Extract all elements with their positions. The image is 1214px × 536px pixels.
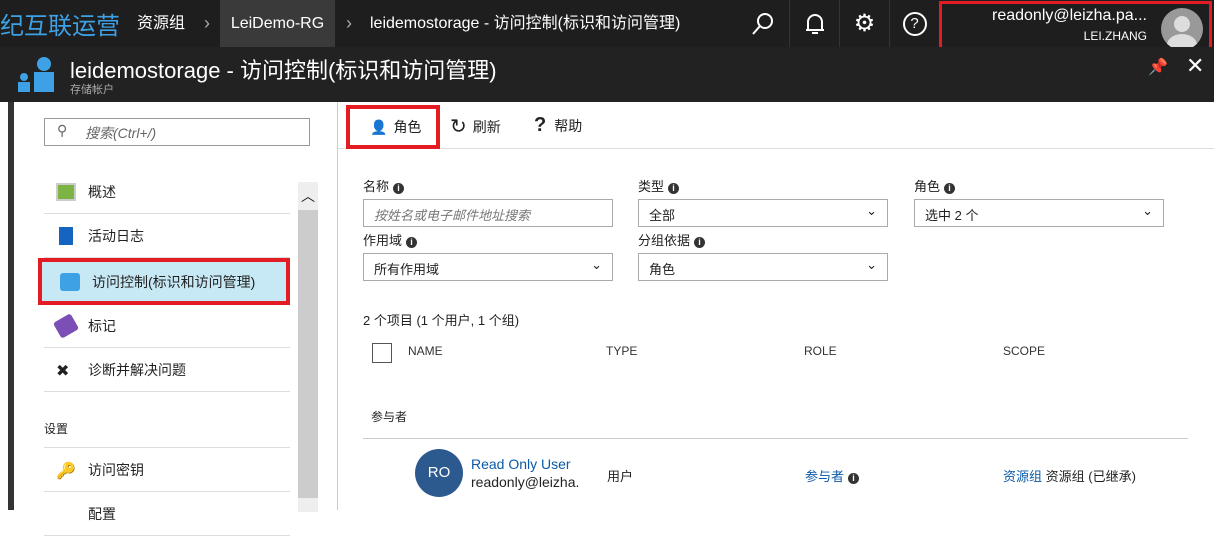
- breadcrumb-resource-groups[interactable]: 资源组: [137, 0, 185, 47]
- sidebar-item-diagnose[interactable]: ✖ 诊断并解决问题: [44, 348, 290, 392]
- name-search-input[interactable]: 按姓名或电子邮件地址搜索: [363, 199, 613, 227]
- main-content: 👤 角色 ↻ 刷新 ? 帮助 名称 i 按姓名或电子邮件地址搜索 类型 i 全部 ⌄ 角色 i…: [337, 102, 1214, 510]
- chevron-down-icon: ⌄: [591, 257, 602, 272]
- question-icon: ?: [534, 114, 547, 136]
- info-icon: i: [668, 183, 680, 194]
- table-row[interactable]: RO Read Only User readonly@leizha. 用户 参与…: [363, 447, 1188, 505]
- blade-subtitle: 存储帐户: [70, 84, 114, 96]
- scope-label: 作用域 i: [363, 230, 418, 249]
- sidebar-item-label: 配置: [88, 505, 116, 522]
- scope-cell: 资源组 资源组 (已继承): [1003, 469, 1136, 484]
- role-label: 角色 i: [914, 176, 956, 195]
- search-input[interactable]: ⚲ 搜索(Ctrl+/): [44, 118, 310, 146]
- sidebar-item-label: 活动日志: [88, 227, 144, 244]
- sidebar-item-label: 标记: [88, 317, 116, 334]
- key-icon: 🔑: [56, 462, 76, 480]
- sidebar-item-activity-log[interactable]: 活动日志: [44, 214, 290, 258]
- sidebar-item-label: 诊断并解决问题: [88, 361, 186, 378]
- sidebar-item-label: 访问密钥: [88, 461, 144, 478]
- config-icon: [56, 505, 76, 523]
- blade-title: leidemostorage - 访问控制(标识和访问管理): [70, 58, 497, 83]
- type-cell: 用户: [607, 469, 634, 484]
- top-bar: 纪互联运营 资源组 › LeiDemo-RG › leidemostorage …: [0, 0, 1214, 59]
- notifications-button[interactable]: [789, 0, 839, 47]
- blade-header: leidemostorage - 访问控制(标识和访问管理) 存储帐户 📌 ✕: [0, 47, 1214, 102]
- help-label: 帮助: [554, 117, 583, 134]
- chevron-down-icon: ⌄: [1142, 203, 1153, 218]
- chevron-down-icon: ⌄: [866, 203, 877, 218]
- brand[interactable]: 纪互联运营: [0, 6, 120, 41]
- breadcrumb-rg[interactable]: LeiDemo-RG: [220, 0, 335, 47]
- roles-button[interactable]: 👤 角色: [346, 105, 440, 149]
- help-button[interactable]: ? 帮助: [534, 114, 582, 137]
- gear-icon: ⚙: [853, 10, 876, 37]
- info-icon: i: [944, 183, 956, 194]
- sidebar-item-tags[interactable]: 标记: [44, 304, 290, 348]
- info-icon: i: [694, 237, 706, 248]
- sidebar-item-configuration[interactable]: 配置: [44, 492, 290, 536]
- info-icon: i: [393, 183, 405, 194]
- search-icon: [752, 12, 773, 35]
- bell-icon: [805, 13, 824, 34]
- header-type[interactable]: TYPE: [606, 344, 637, 358]
- sidebar-item-label: 概述: [88, 183, 116, 200]
- search-placeholder: 搜索(Ctrl+/): [85, 125, 157, 141]
- group-by-label: 分组依据 i: [638, 230, 706, 249]
- search-button[interactable]: [738, 0, 788, 47]
- type-select[interactable]: 全部 ⌄: [638, 199, 888, 227]
- info-icon: i: [406, 237, 418, 248]
- sidebar-item-overview[interactable]: 概述: [44, 170, 290, 214]
- select-all-checkbox[interactable]: [372, 343, 392, 363]
- settings-button[interactable]: ⚙: [839, 0, 889, 47]
- header-role[interactable]: ROLE: [804, 344, 837, 358]
- scope-link[interactable]: 资源组: [1003, 469, 1042, 484]
- chevron-right-icon: ›: [346, 13, 352, 33]
- user-name: LEI.ZHANG: [1083, 29, 1147, 43]
- role-cell[interactable]: 参与者 i: [805, 466, 860, 485]
- user-name-link[interactable]: Read Only User: [471, 456, 571, 472]
- refresh-label: 刷新: [472, 118, 501, 135]
- user-email: readonly@leizha.: [471, 474, 580, 490]
- overview-icon: [56, 182, 76, 201]
- scope-select[interactable]: 所有作用域 ⌄: [363, 253, 613, 281]
- log-icon: [59, 226, 73, 245]
- scrollbar[interactable]: ︿: [298, 182, 318, 512]
- sidebar-item-access-control[interactable]: 访问控制(标识和访问管理): [38, 258, 290, 305]
- avatar: RO: [415, 449, 463, 497]
- group-header: 参与者: [371, 410, 408, 424]
- question-icon: ?: [902, 11, 927, 36]
- help-button[interactable]: ?: [889, 0, 939, 47]
- sidebar-item-label: 访问控制(标识和访问管理): [92, 273, 256, 290]
- role-select[interactable]: 选中 2 个 ⌄: [914, 199, 1164, 227]
- refresh-icon: ↻: [450, 116, 467, 138]
- access-control-icon: [18, 57, 54, 92]
- header-name[interactable]: NAME: [408, 344, 443, 358]
- chevron-down-icon: ⌄: [866, 257, 877, 272]
- tag-icon: [52, 312, 80, 339]
- info-icon: i: [848, 473, 860, 484]
- section-settings: 设置: [44, 422, 69, 436]
- roles-label: 角色: [393, 119, 422, 135]
- refresh-button[interactable]: ↻ 刷新: [450, 114, 501, 139]
- avatar: [1161, 8, 1203, 50]
- chevron-up-icon[interactable]: ︿: [301, 186, 315, 206]
- pin-icon[interactable]: 📌: [1148, 57, 1168, 77]
- sidebar-item-access-keys[interactable]: 🔑 访问密钥: [44, 448, 290, 492]
- search-icon: ⚲: [57, 122, 68, 138]
- access-control-icon: [60, 272, 80, 291]
- name-label: 名称 i: [363, 176, 405, 195]
- close-icon[interactable]: ✕: [1186, 53, 1204, 79]
- roles-icon: 👤: [370, 118, 388, 135]
- breadcrumb-current[interactable]: leidemostorage - 访问控制(标识和访问管理): [370, 0, 680, 47]
- group-by-select[interactable]: 角色 ⌄: [638, 253, 888, 281]
- chevron-right-icon: ›: [204, 13, 210, 33]
- toolbar: 👤 角色 ↻ 刷新 ? 帮助: [338, 102, 1214, 149]
- summary: 2 个项目 (1 个用户, 1 个组): [363, 313, 520, 328]
- header-scope[interactable]: SCOPE: [1003, 344, 1045, 358]
- type-label: 类型 i: [638, 176, 680, 195]
- wrench-icon: ✖: [56, 362, 70, 380]
- sidebar: ⚲ 搜索(Ctrl+/) 概述 活动日志 访问控制(标识和访问管理) 标记 ✖ 诊断…: [8, 102, 336, 536]
- user-email: readonly@leizha.pa...: [992, 7, 1147, 24]
